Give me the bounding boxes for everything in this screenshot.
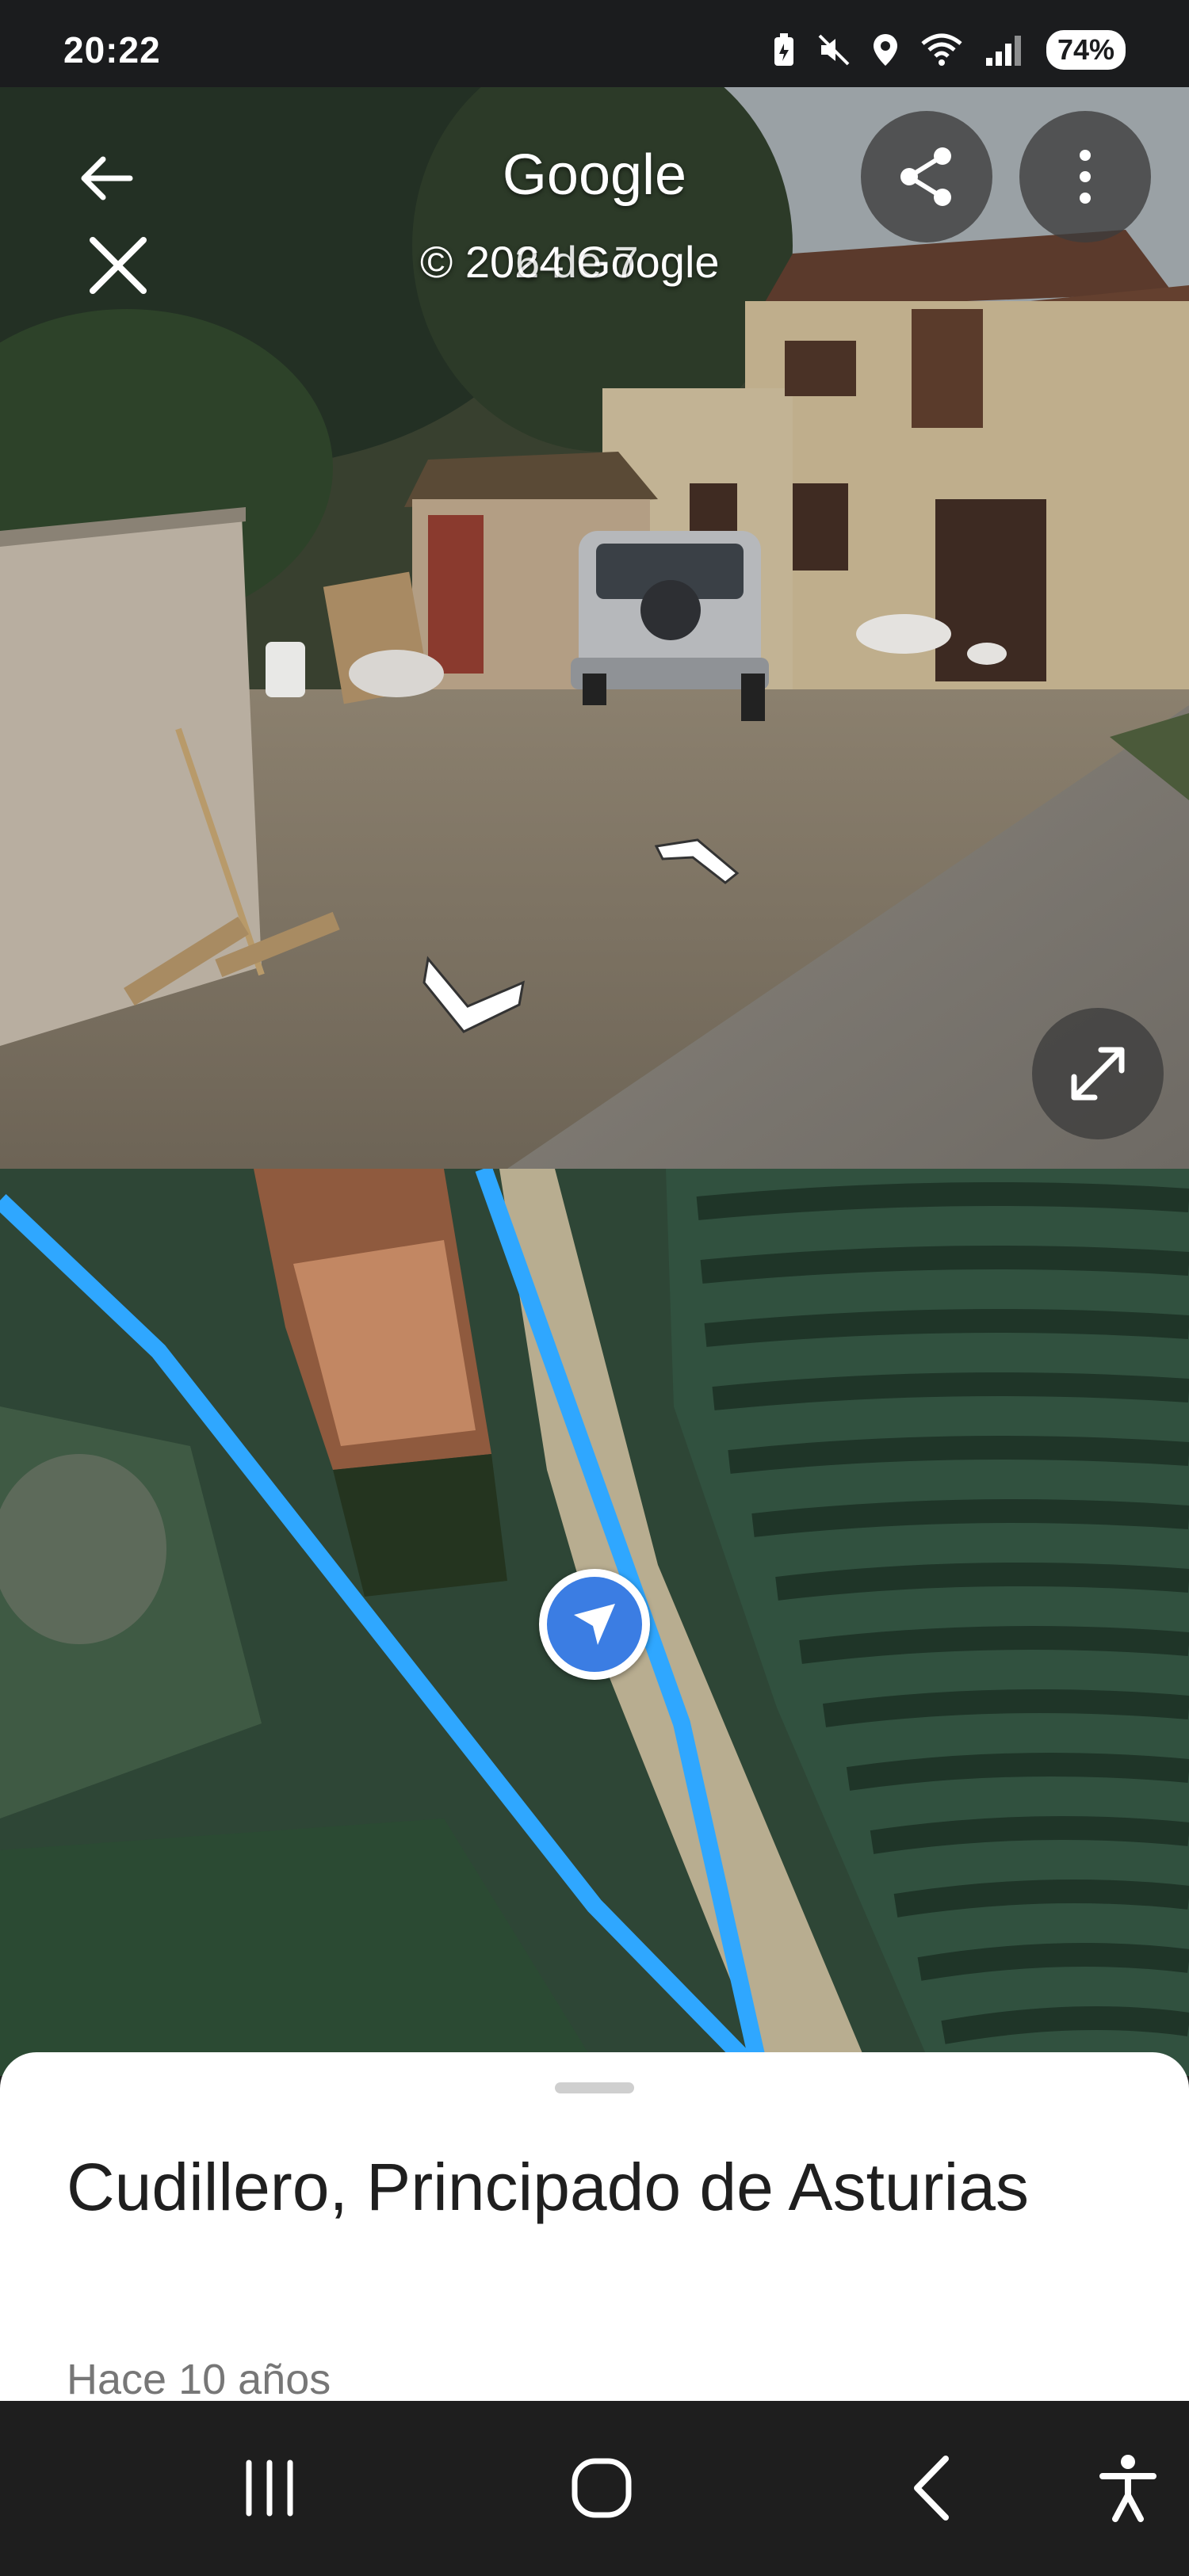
signal-icon (985, 36, 1021, 66)
status-time: 20:22 (63, 29, 161, 71)
close-icon (90, 237, 147, 294)
expand-button[interactable] (1032, 1008, 1164, 1139)
satellite-map[interactable] (0, 1169, 1189, 2076)
share-icon (900, 147, 951, 206)
photo-counter: 6 de 7 (515, 237, 639, 287)
street-view-panorama[interactable]: Google © 2024 Google 6 de 7 (0, 87, 1189, 1169)
more-options-button[interactable] (1019, 111, 1151, 242)
place-date: Hace 10 años (67, 2356, 331, 2403)
street-view-title: Google (502, 143, 687, 207)
place-title: Cudillero, Principado de Asturias (67, 2150, 1029, 2224)
wifi-icon (921, 33, 962, 66)
location-icon (873, 34, 897, 66)
share-button[interactable] (861, 111, 992, 242)
mute-icon (818, 34, 850, 66)
back-icon (914, 2456, 949, 2521)
place-bottom-sheet[interactable]: Cudillero, Principado de Asturias Hace 1… (0, 2052, 1189, 2403)
expand-icon (1071, 1047, 1125, 1101)
drag-handle[interactable] (555, 2082, 634, 2093)
more-vert-icon (1080, 150, 1091, 204)
recents-icon (246, 2460, 293, 2517)
home-icon (572, 2458, 632, 2518)
accessibility-icon (1099, 2455, 1157, 2522)
status-icons: 74% (772, 30, 1126, 70)
back-nav-button[interactable] (874, 2433, 993, 2544)
battery-level: 74% (1046, 30, 1126, 70)
location-marker[interactable] (539, 1569, 650, 1680)
system-navigation-bar (0, 2401, 1189, 2576)
recents-button[interactable] (210, 2433, 329, 2544)
status-bar: 20:22 74% (0, 0, 1189, 87)
home-button[interactable] (542, 2433, 661, 2544)
close-button[interactable] (75, 222, 162, 309)
accessibility-button[interactable] (1069, 2433, 1187, 2544)
navigation-arrow-icon (574, 1604, 615, 1645)
battery-saver-icon (774, 33, 793, 66)
